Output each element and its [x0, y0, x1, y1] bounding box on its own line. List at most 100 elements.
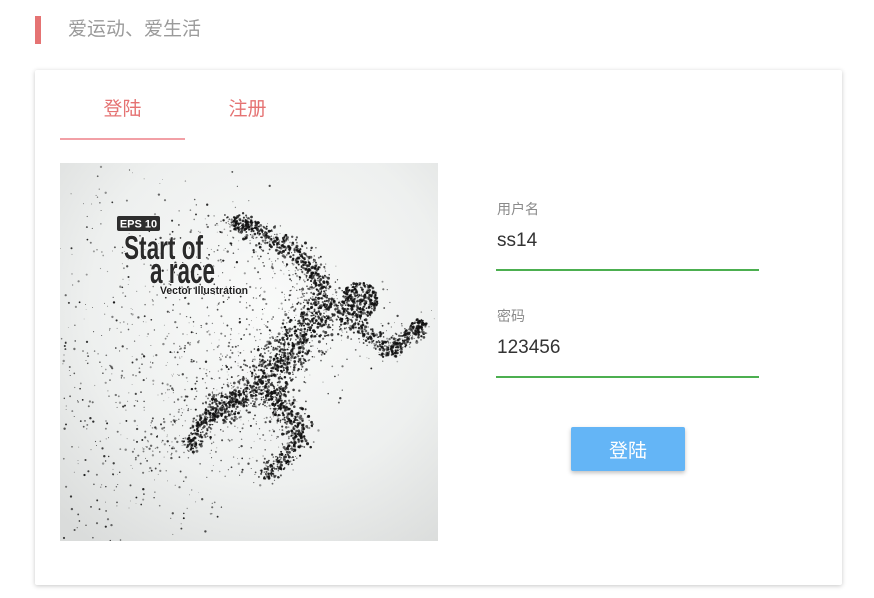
particle-dot — [352, 283, 355, 286]
particle-dot — [142, 471, 145, 474]
particle-dot — [138, 371, 141, 374]
particle-dot — [115, 319, 118, 322]
particle-dot — [236, 405, 239, 409]
particle-dot — [304, 269, 306, 271]
particle-dot — [281, 309, 283, 310]
particle-dot — [362, 281, 366, 285]
particle-dot — [212, 441, 215, 444]
particle-dot — [306, 322, 310, 326]
particle-dot — [293, 366, 296, 369]
particle-dot — [183, 440, 185, 443]
particle-dot — [338, 300, 341, 304]
particle-dot — [190, 408, 192, 410]
particle-dot — [207, 426, 211, 429]
particle-dot — [292, 396, 295, 398]
particle-dot — [131, 467, 133, 469]
particle-dot — [82, 350, 84, 352]
particle-dot — [296, 260, 299, 263]
particle-dot — [331, 339, 334, 342]
particle-dot — [306, 279, 309, 281]
particle-dot — [168, 389, 170, 391]
particle-dot — [272, 316, 274, 318]
particle-dot — [143, 493, 145, 495]
particle-dot — [289, 278, 292, 281]
particle-dot — [125, 199, 128, 202]
particle-dot — [106, 270, 109, 273]
particle-dot — [278, 460, 282, 464]
particle-dot — [224, 417, 227, 420]
particle-dot — [182, 517, 185, 520]
particle-dot — [158, 451, 161, 453]
particle-dot — [272, 370, 275, 373]
particle-dot — [284, 233, 288, 237]
particle-dot — [204, 435, 207, 439]
particle-dot — [85, 524, 87, 526]
particle-dot — [260, 243, 262, 246]
particle-dot — [244, 218, 247, 221]
particle-dot — [259, 295, 261, 297]
particle-dot — [403, 333, 406, 336]
tab-login[interactable]: 登陆 — [60, 82, 185, 140]
particle-dot — [272, 428, 274, 431]
particle-dot — [339, 310, 342, 312]
tab-register[interactable]: 注册 — [185, 82, 310, 140]
particle-dot — [221, 412, 224, 415]
particle-dot — [74, 386, 76, 389]
particle-dot — [291, 441, 294, 445]
particle-dot — [271, 230, 273, 232]
particle-dot — [101, 366, 103, 368]
particle-dot — [291, 241, 295, 245]
particle-dot — [251, 308, 254, 312]
particle-dot — [207, 397, 209, 400]
particle-dot — [306, 307, 310, 311]
particle-dot — [274, 474, 277, 477]
particle-dot — [218, 301, 221, 304]
particle-dot — [62, 363, 64, 365]
particle-dot — [305, 292, 308, 295]
particle-dot — [140, 503, 143, 506]
particle-dot — [112, 301, 116, 304]
particle-dot — [295, 246, 298, 249]
username-input[interactable] — [496, 222, 759, 271]
particle-dot — [267, 395, 269, 397]
particle-dot — [233, 223, 235, 225]
particle-dot — [231, 384, 233, 387]
particle-dot — [290, 348, 292, 351]
particle-dot — [280, 469, 283, 471]
particle-dot — [300, 351, 302, 353]
particle-dot — [287, 435, 290, 438]
particle-dot — [259, 484, 262, 487]
password-input[interactable] — [496, 329, 759, 378]
particle-dot — [189, 427, 192, 430]
particle-dot — [188, 343, 191, 346]
particle-dot — [258, 245, 262, 249]
particle-dot — [99, 361, 101, 363]
particle-dot — [99, 202, 101, 204]
particle-dot — [105, 420, 107, 422]
particle-dot — [264, 239, 267, 242]
particle-dot — [292, 303, 294, 305]
particle-dot — [355, 313, 358, 316]
particle-dot — [172, 392, 174, 394]
particle-dot — [250, 397, 252, 399]
particle-dot — [173, 351, 175, 353]
login-button[interactable]: 登陆 — [571, 427, 685, 471]
particle-dot — [257, 388, 260, 391]
particle-dot — [120, 331, 122, 333]
particle-dot — [158, 462, 161, 465]
particle-dot — [310, 331, 312, 334]
particle-dot — [314, 285, 317, 288]
particle-dot — [237, 380, 241, 384]
particle-dot — [156, 446, 159, 449]
particle-dot — [327, 306, 329, 308]
particle-dot — [275, 233, 278, 236]
particle-dot — [298, 278, 301, 281]
particle-dot — [219, 258, 222, 261]
particle-dot — [144, 303, 146, 306]
particle-dot — [239, 430, 241, 433]
particle-dot — [160, 392, 163, 395]
particle-dot — [290, 306, 292, 309]
particle-dot — [240, 444, 243, 448]
particle-dot — [151, 362, 154, 364]
particle-dot — [408, 336, 410, 338]
